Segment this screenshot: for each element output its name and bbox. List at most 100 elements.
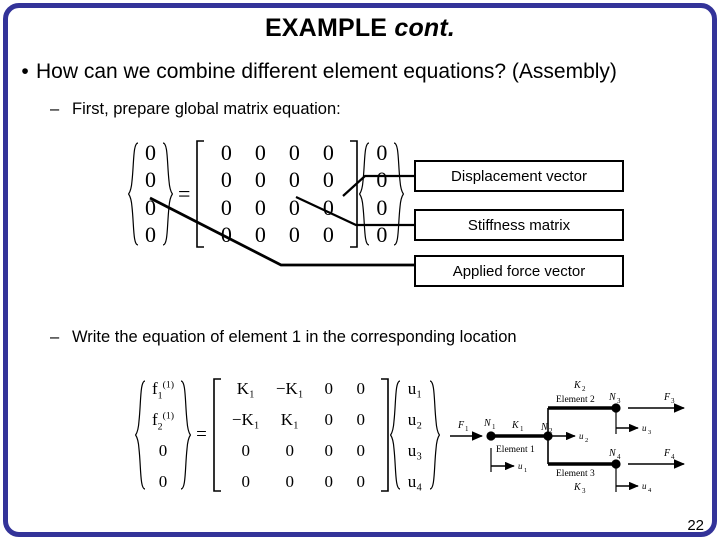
label-disp-u2-sub: 2	[585, 437, 588, 444]
eq1-matrix-cell: 0	[322, 194, 334, 220]
eq2-equals-sign: =	[196, 424, 207, 445]
eq1-matrix-col: 0 0 0 0	[311, 142, 345, 246]
eq1-lhs-entries: 0 0 0 0	[140, 142, 161, 246]
eq1-rhs-cell: 0	[376, 167, 388, 193]
eq1-equals-sign: =	[178, 181, 191, 206]
label-node-N3: N	[608, 392, 617, 403]
bullet-level2b-text: Write the equation of element 1 in the c…	[72, 328, 517, 346]
label-spring-K3: K	[573, 482, 582, 493]
eq2-matrix-cell: 0	[356, 472, 366, 491]
eq1-matrix-cell: 0	[288, 167, 300, 193]
label-node-N1: N	[483, 418, 492, 429]
callout-stiffness-matrix: Stiffness matrix	[414, 209, 624, 241]
label-force-F1: F	[457, 420, 465, 431]
eq2-lhs-cell: 0	[158, 472, 168, 491]
eq1-matrix-cell: 0	[220, 140, 232, 165]
global-matrix-equation: 0 0 0 0 = 0 0 0 0 0 0 0 0 0 0 0 0 0 0 0 …	[128, 140, 405, 248]
eq2-matrix-cell: 0	[356, 410, 366, 429]
eq1-displacement-vector: 0 0 0 0	[359, 141, 405, 247]
right-square-bracket-icon	[350, 140, 359, 248]
eq1-matrix-cell: 0	[254, 140, 266, 165]
eq1-rhs-cell: 0	[376, 194, 388, 220]
eq2-matrix-col: K₁ −K₁ 0 0	[225, 380, 267, 490]
left-curly-brace-icon	[135, 380, 146, 490]
right-square-bracket-icon	[380, 378, 389, 492]
eq2-matrix-cell: 0	[285, 472, 295, 491]
eq2-matrix-cell: −K₁	[275, 379, 304, 398]
label-spring-K2-sub: 2	[582, 385, 586, 393]
label-disp-u4: u	[642, 481, 647, 491]
title-italic-suffix: cont.	[394, 14, 456, 42]
label-force-F4-sub: 4	[671, 453, 675, 461]
eq1-rhs-entries: 0 0 0 0	[371, 142, 392, 246]
eq2-rhs-cell: u₃	[407, 441, 423, 460]
label-node-N2-sub: 2	[549, 427, 553, 435]
bullet-level1-text: How can we combine different element equ…	[36, 60, 617, 83]
bullet-level1-assembly: • How can we combine different element eq…	[14, 60, 714, 84]
bullet-marker-icon: •	[21, 60, 29, 83]
eq2-matrix-grid: K₁ −K₁ 0 0 −K₁ K₁ 0 0 0 0 0 0 0 0 0 0	[222, 380, 380, 490]
page-number: 22	[687, 517, 704, 534]
eq1-matrix-cell: 0	[254, 194, 266, 220]
eq1-matrix-cell: 0	[288, 140, 300, 165]
label-force-F4: F	[663, 448, 671, 459]
bullet-level2-write-equation: – Write the equation of element 1 in the …	[50, 328, 517, 347]
eq2-matrix-col: −K₁ K₁ 0 0	[267, 380, 313, 490]
eq2-matrix-cell: 0	[356, 379, 366, 398]
callout-applied-force-vector: Applied force vector	[414, 255, 624, 287]
label-node-N3-sub: 3	[617, 397, 621, 405]
dash-marker-icon: –	[50, 328, 60, 346]
eq2-lhs-cell: f1(1)	[152, 379, 175, 402]
element1-matrix-equation: f1(1) f2(1) 0 0 = K₁ −K₁ 0 0 −K₁ K₁ 0 0 …	[135, 378, 441, 492]
label-spring-K1: K	[511, 420, 520, 431]
label-node-N2: N	[540, 422, 549, 433]
page-title: EXAMPLE cont.	[0, 14, 720, 43]
right-curly-brace-icon	[180, 380, 192, 490]
eq1-lhs-cell: 0	[145, 140, 156, 165]
eq1-matrix-col: 0 0 0 0	[243, 142, 277, 246]
eq2-matrix-cell: K₁	[236, 379, 255, 398]
bullet-level2a-text: First, prepare global matrix equation:	[72, 100, 341, 118]
title-main: EXAMPLE	[264, 14, 388, 42]
eq2-matrix-cell: K₁	[280, 410, 299, 429]
eq1-lhs-cell: 0	[145, 167, 156, 193]
label-force-F3: F	[663, 392, 671, 403]
eq1-matrix-cell: 0	[322, 167, 334, 193]
label-spring-K2: K	[573, 380, 582, 391]
eq1-matrix-grid: 0 0 0 0 0 0 0 0 0 0 0 0 0 0 0 0	[205, 142, 349, 246]
left-square-bracket-icon	[212, 378, 221, 492]
left-curly-brace-icon	[389, 380, 401, 490]
eq1-lhs-cell: 0	[145, 194, 156, 220]
eq2-matrix-cell: 0	[356, 441, 366, 460]
callout-stiffness-label: Stiffness matrix	[467, 216, 571, 234]
eq2-matrix-cell: 0	[285, 441, 295, 460]
eq1-matrix-col: 0 0 0 0	[277, 142, 311, 246]
callout-displacement-label: Displacement vector	[451, 167, 587, 185]
right-curly-brace-icon	[162, 142, 173, 246]
eq2-force-vector: f1(1) f2(1) 0 0	[135, 379, 192, 491]
left-square-bracket-icon	[196, 140, 205, 248]
eq1-rhs-cell: 0	[376, 140, 388, 165]
eq2-matrix-cell: 0	[241, 441, 251, 460]
eq1-matrix-cell: 0	[220, 167, 232, 193]
eq1-matrix-cell: 0	[220, 194, 232, 220]
node-N1	[486, 431, 496, 441]
eq1-stiffness-matrix: 0 0 0 0 0 0 0 0 0 0 0 0 0 0 0 0	[195, 140, 359, 248]
label-disp-u1: u	[518, 461, 523, 471]
label-disp-u4-sub: 4	[648, 487, 652, 494]
callout-displacement-vector: Displacement vector	[414, 160, 624, 192]
eq1-matrix-cell: 0	[288, 221, 300, 247]
eq2-lhs-cell: 0	[158, 441, 168, 460]
label-element-3: Element 3	[556, 469, 595, 479]
label-node-N4: N	[608, 448, 617, 459]
label-element-2: Element 2	[556, 395, 595, 405]
eq2-matrix-cell: 0	[324, 410, 334, 429]
eq2-rhs-cell: u₂	[407, 410, 423, 429]
eq2-matrix-cell: −K₁	[231, 410, 260, 429]
eq1-matrix-cell: 0	[254, 221, 266, 247]
eq1-matrix-col: 0 0 0 0	[209, 142, 243, 246]
eq2-stiffness-matrix: K₁ −K₁ 0 0 −K₁ K₁ 0 0 0 0 0 0 0 0 0 0	[212, 378, 390, 492]
eq2-matrix-cell: 0	[241, 472, 251, 491]
eq2-rhs-entries: u₁ u₂ u₃ u₄	[402, 380, 428, 490]
eq2-matrix-col: 0 0 0 0	[313, 380, 345, 490]
